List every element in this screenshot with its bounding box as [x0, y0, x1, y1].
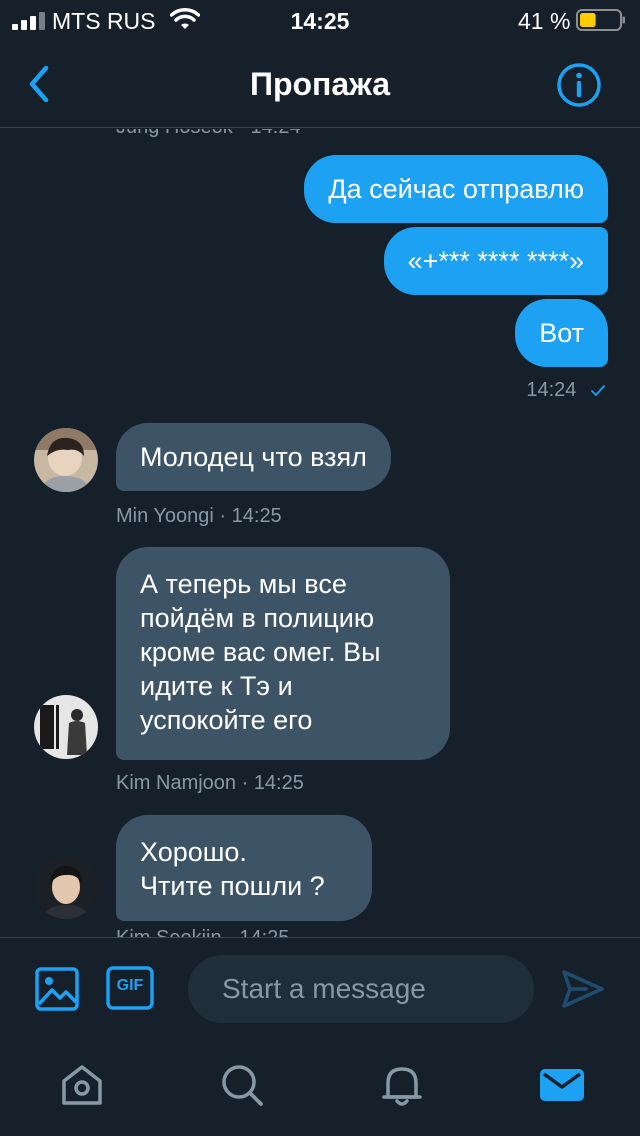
tab-bar	[0, 1037, 640, 1136]
profile-photo	[34, 855, 98, 919]
checkmark-icon	[591, 384, 605, 397]
message-list[interactable]: Jung Hoseok · 14:24 Да сейчас отправлю «…	[0, 129, 640, 937]
incoming-message[interactable]: Молодец что взял	[116, 423, 391, 491]
message-line: А теперь мы все	[140, 569, 347, 599]
status-bar: MTS RUS 14:25 41 %	[0, 0, 640, 42]
outgoing-message[interactable]: «+*** **** ****»	[383, 227, 608, 295]
message-text: Да сейчас отправлю	[328, 174, 584, 204]
profile-photo	[34, 695, 98, 759]
outgoing-message[interactable]: Вот	[515, 299, 608, 367]
message-text: Молодец что взял	[140, 442, 367, 472]
conversation-title[interactable]: Пропажа	[0, 66, 640, 103]
battery-percent: 41 %	[518, 8, 571, 34]
conversation-header: Пропажа	[0, 42, 640, 128]
avatar[interactable]	[34, 428, 98, 492]
outgoing-message[interactable]: Да сейчас отправлю	[304, 155, 608, 223]
image-icon[interactable]	[34, 966, 80, 1012]
bell-icon[interactable]	[378, 1061, 426, 1109]
message-line: успокойте его	[140, 705, 313, 735]
gif-button[interactable]: GIF	[106, 966, 154, 1010]
home-icon[interactable]	[58, 1061, 106, 1109]
search-icon[interactable]	[218, 1061, 266, 1109]
message-text: А теперь мы все пойдём в полицию кроме в…	[140, 567, 381, 737]
message-input[interactable]	[188, 955, 534, 1023]
incoming-message-meta: Kim Seokjin · 14:25	[116, 927, 289, 937]
mail-icon[interactable]	[538, 1061, 586, 1109]
message-line: Хорошо.	[140, 837, 247, 867]
incoming-message-meta: Kim Namjoon · 14:25	[116, 772, 304, 794]
message-time: 14:24	[526, 379, 577, 401]
message-text: Вот	[539, 318, 584, 348]
message-line: кроме вас омег. Вы	[140, 637, 381, 667]
outgoing-message-meta: 14:24	[526, 379, 606, 402]
profile-photo	[34, 428, 98, 492]
incoming-message-meta: Min Yoongi · 14:25	[116, 505, 282, 527]
battery-icon	[576, 9, 625, 31]
message-text: Хорошо. Чтите пошли ?	[140, 835, 325, 903]
avatar[interactable]	[34, 695, 98, 759]
message-text: «+*** **** ****»	[407, 246, 584, 276]
incoming-message[interactable]: Хорошо. Чтите пошли ?	[116, 815, 372, 921]
cut-off-message-meta: Jung Hoseok · 14:24	[116, 129, 301, 139]
send-icon[interactable]	[560, 966, 606, 1012]
info-icon[interactable]	[556, 62, 602, 108]
avatar[interactable]	[34, 855, 98, 919]
message-line: идите к Тэ и	[140, 671, 293, 701]
incoming-message[interactable]: А теперь мы все пойдём в полицию кроме в…	[116, 547, 450, 760]
message-line: Чтите пошли ?	[140, 871, 325, 901]
message-line: пойдём в полицию	[140, 603, 375, 633]
message-composer: GIF	[0, 937, 640, 1037]
gif-label: GIF	[116, 977, 144, 994]
